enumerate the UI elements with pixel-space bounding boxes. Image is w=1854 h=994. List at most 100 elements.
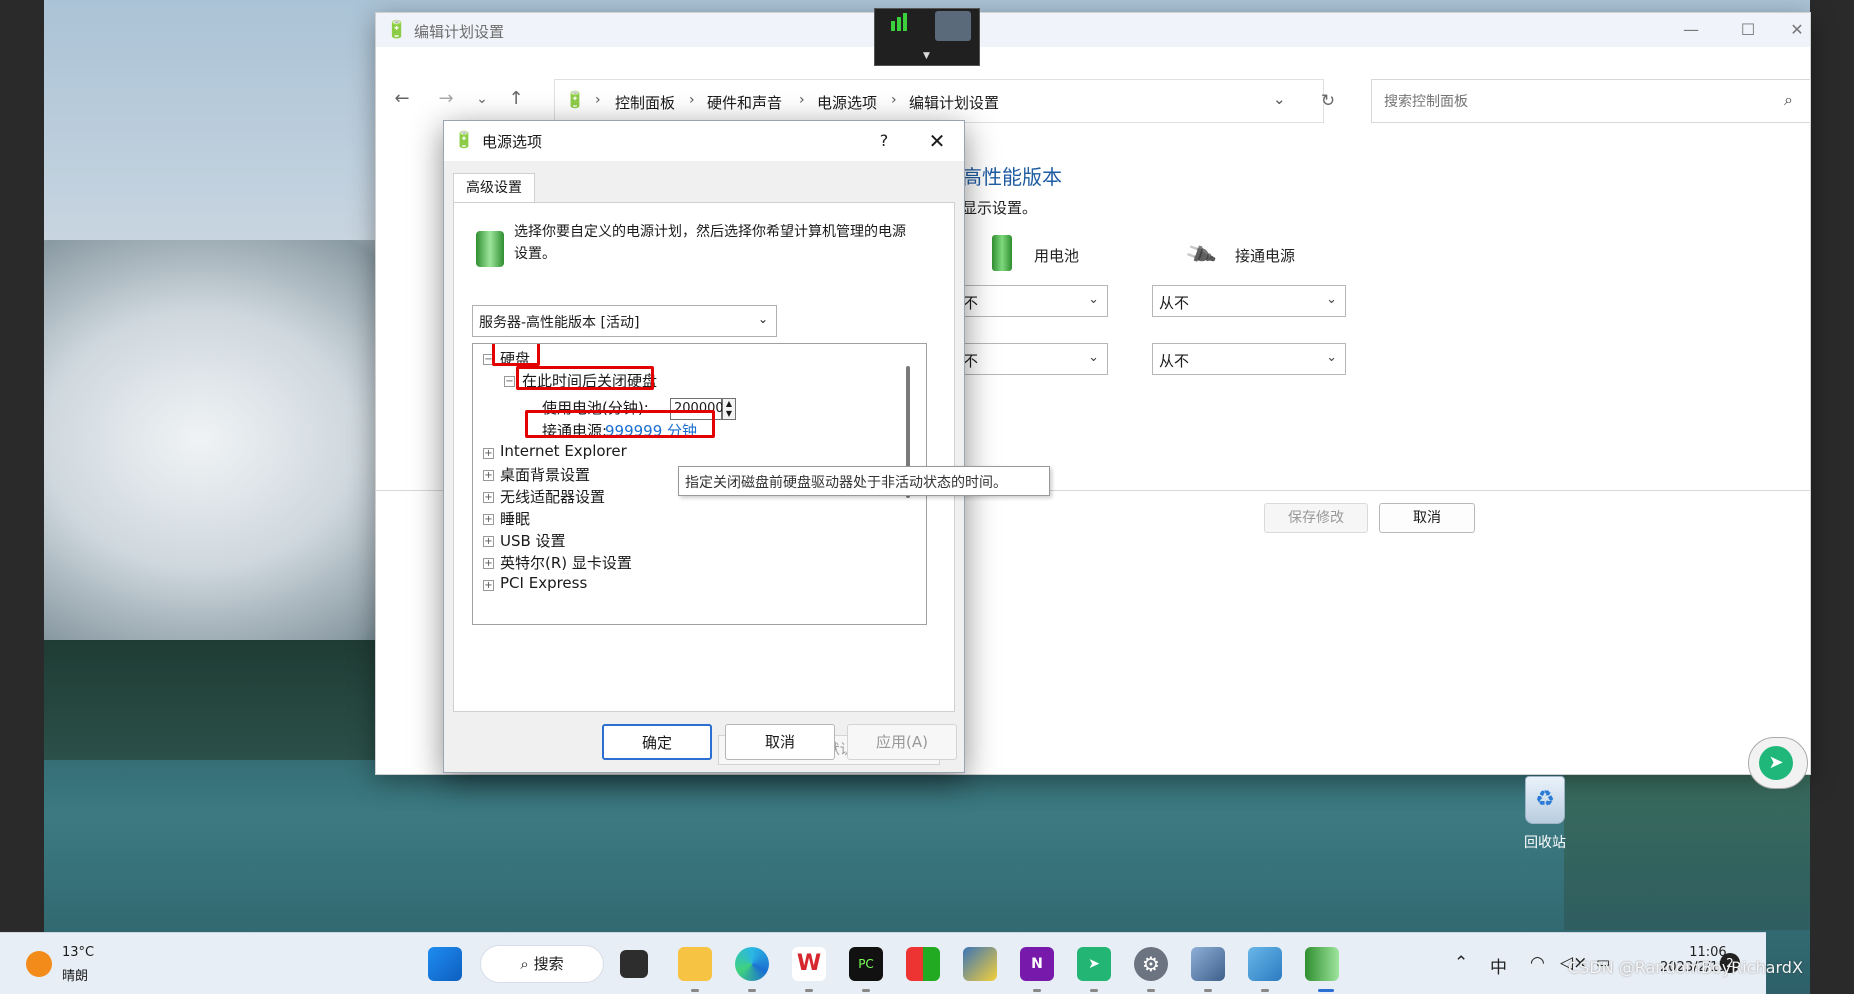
ok-button[interactable]: 确定 [602, 724, 712, 760]
chevron-up-icon[interactable]: ⌃ [1454, 953, 1468, 973]
advanced-settings-panel: 选择你要自定义的电源计划，然后选择你希望计算机管理的电源设置。 服务器-高性能版… [453, 202, 955, 765]
spinner-up-down-icon[interactable]: ▲ ▼ [722, 398, 736, 420]
app-icon[interactable] [906, 947, 940, 981]
wifi-icon[interactable]: ◠ [1530, 953, 1545, 973]
forward-arrow-icon[interactable]: → [434, 87, 458, 111]
plan-selector[interactable]: 服务器-高性能版本 [活动] ⌄ [472, 305, 777, 337]
running-indicator [1147, 989, 1155, 992]
plan-headline: 高性能版本 [962, 165, 1062, 189]
breadcrumb-item[interactable]: 硬件和声音 [707, 92, 782, 113]
window-titlebar[interactable]: 🔋 编辑计划设置 — ☐ ✕ [376, 13, 1810, 47]
chevron-down-icon: ⌄ [1088, 292, 1099, 307]
collapse-icon[interactable]: − [504, 376, 515, 387]
annotation-box [516, 366, 654, 390]
tree-node[interactable]: 英特尔(R) 显卡设置 [500, 552, 632, 573]
chevron-down-icon: ⌄ [757, 312, 768, 326]
expand-icon[interactable]: + [483, 470, 494, 481]
tree-node[interactable]: 桌面背景设置 [500, 464, 590, 485]
close-icon[interactable]: ✕ [922, 127, 952, 155]
plan-subtitle: 显示设置。 [962, 199, 1038, 217]
wps-office-icon[interactable]: W [792, 947, 826, 981]
signal-bars-icon [897, 17, 901, 31]
taskbar-search[interactable]: ⌕ 搜索 [480, 945, 604, 983]
ime-indicator[interactable]: 中 [1490, 953, 1507, 978]
breadcrumb-item[interactable]: 电源选项 [817, 92, 877, 113]
send-icon: ➤ [1759, 746, 1793, 780]
display-off-battery-dropdown[interactable]: 不 ⌄ [956, 285, 1108, 317]
running-indicator [1204, 989, 1212, 992]
python-icon[interactable] [963, 947, 997, 981]
settings-gear-icon[interactable]: ⚙ [1134, 947, 1168, 981]
tree-node[interactable]: USB 设置 [500, 530, 566, 551]
onenote-icon[interactable]: N [1020, 947, 1054, 981]
weather-desc[interactable]: 晴朗 [62, 965, 88, 984]
running-indicator [1090, 989, 1098, 992]
refresh-icon[interactable]: ↻ [1316, 89, 1340, 113]
tree-node[interactable]: 睡眠 [500, 508, 530, 529]
power-plan-icon: 🔋 [454, 130, 474, 149]
search-box[interactable]: ⌕ [1371, 79, 1811, 123]
up-arrow-icon[interactable]: ↑ [504, 87, 528, 111]
remote-desktop-icon[interactable] [1248, 947, 1282, 981]
power-options-taskbar-icon[interactable] [1305, 947, 1339, 981]
recycle-bin[interactable]: ♻ 回收站 [1502, 776, 1588, 856]
breadcrumb-item[interactable]: 控制面板 [615, 92, 675, 113]
pycharm-icon[interactable]: PC [849, 947, 883, 981]
minimize-button[interactable]: — [1676, 19, 1706, 41]
breadcrumb-item[interactable]: 编辑计划设置 [909, 92, 999, 113]
expand-icon[interactable]: + [483, 558, 494, 569]
address-bar[interactable]: 🔋 › 控制面板 › 硬件和声音 › 电源选项 › 编辑计划设置 ⌄ [554, 79, 1324, 123]
running-indicator [1033, 989, 1041, 992]
tree-node[interactable]: 无线适配器设置 [500, 486, 605, 507]
weather-temp[interactable]: 13°C [62, 945, 94, 960]
task-view-icon[interactable] [620, 950, 648, 978]
floating-assistant-button[interactable]: ➤ [1748, 737, 1808, 789]
plan-selected-value: 服务器-高性能版本 [活动] [479, 315, 640, 331]
recent-chevron-down-icon[interactable]: ⌄ [470, 87, 494, 111]
apply-button[interactable]: 应用(A) [847, 724, 957, 760]
battery-column-header: 用电池 [1034, 247, 1080, 265]
breadcrumb-separator-icon: › [689, 92, 695, 108]
close-button[interactable]: ✕ [1782, 19, 1812, 41]
sun-weather-icon[interactable] [26, 951, 52, 977]
expand-icon[interactable]: + [483, 448, 494, 459]
search-icon[interactable]: ⌕ [1784, 90, 1793, 110]
address-history-chevron-down-icon[interactable]: ⌄ [1273, 90, 1286, 108]
expand-icon[interactable]: + [483, 492, 494, 503]
remote-status-toast: ▼ [874, 8, 980, 66]
dialog-titlebar[interactable]: 🔋 电源选项 ? ✕ [444, 121, 964, 161]
search-input[interactable] [1384, 92, 1764, 112]
tree-node[interactable]: Internet Explorer [500, 442, 627, 460]
help-button[interactable]: ? [869, 127, 899, 155]
expand-icon[interactable]: + [483, 580, 494, 591]
sleep-plugged-dropdown[interactable]: 从不 ⌄ [1152, 343, 1346, 375]
recycle-bin-icon: ♻ [1525, 776, 1565, 824]
file-explorer-icon[interactable] [678, 947, 712, 981]
save-changes-button[interactable]: 保存修改 [1264, 503, 1368, 533]
maximize-button[interactable]: ☐ [1733, 19, 1763, 41]
windows-start-icon[interactable] [428, 947, 462, 981]
expand-icon[interactable]: + [483, 514, 494, 525]
chevron-down-icon: ⌄ [1088, 350, 1099, 365]
breadcrumb-separator-icon: › [595, 92, 601, 108]
expand-icon[interactable]: + [483, 536, 494, 547]
back-arrow-icon[interactable]: ← [390, 87, 414, 111]
tab-advanced-settings[interactable]: 高级设置 [453, 173, 535, 203]
sleep-battery-dropdown[interactable]: 不 ⌄ [956, 343, 1108, 375]
breadcrumb-separator-icon: › [891, 92, 897, 108]
chevron-down-icon: ⌄ [1326, 350, 1337, 365]
dialog-title: 电源选项 [482, 133, 543, 151]
signal-bars-icon [903, 13, 907, 31]
display-off-plugged-dropdown[interactable]: 从不 ⌄ [1152, 285, 1346, 317]
running-indicator [805, 989, 813, 992]
watermark: CSDN @RandomBoyRichardX [1568, 958, 1803, 977]
cancel-button[interactable]: 取消 [725, 724, 835, 760]
remote-display-icon[interactable] [935, 11, 971, 41]
dialog-description: 选择你要自定义的电源计划，然后选择你希望计算机管理的电源设置。 [514, 224, 906, 262]
network-tool-icon[interactable] [1191, 947, 1225, 981]
caret-down-icon[interactable]: ▼ [923, 51, 930, 61]
edge-browser-icon[interactable] [735, 947, 769, 981]
send-app-icon[interactable]: ➤ [1077, 947, 1111, 981]
tree-node[interactable]: PCI Express [500, 574, 587, 592]
cancel-button[interactable]: 取消 [1379, 503, 1475, 533]
